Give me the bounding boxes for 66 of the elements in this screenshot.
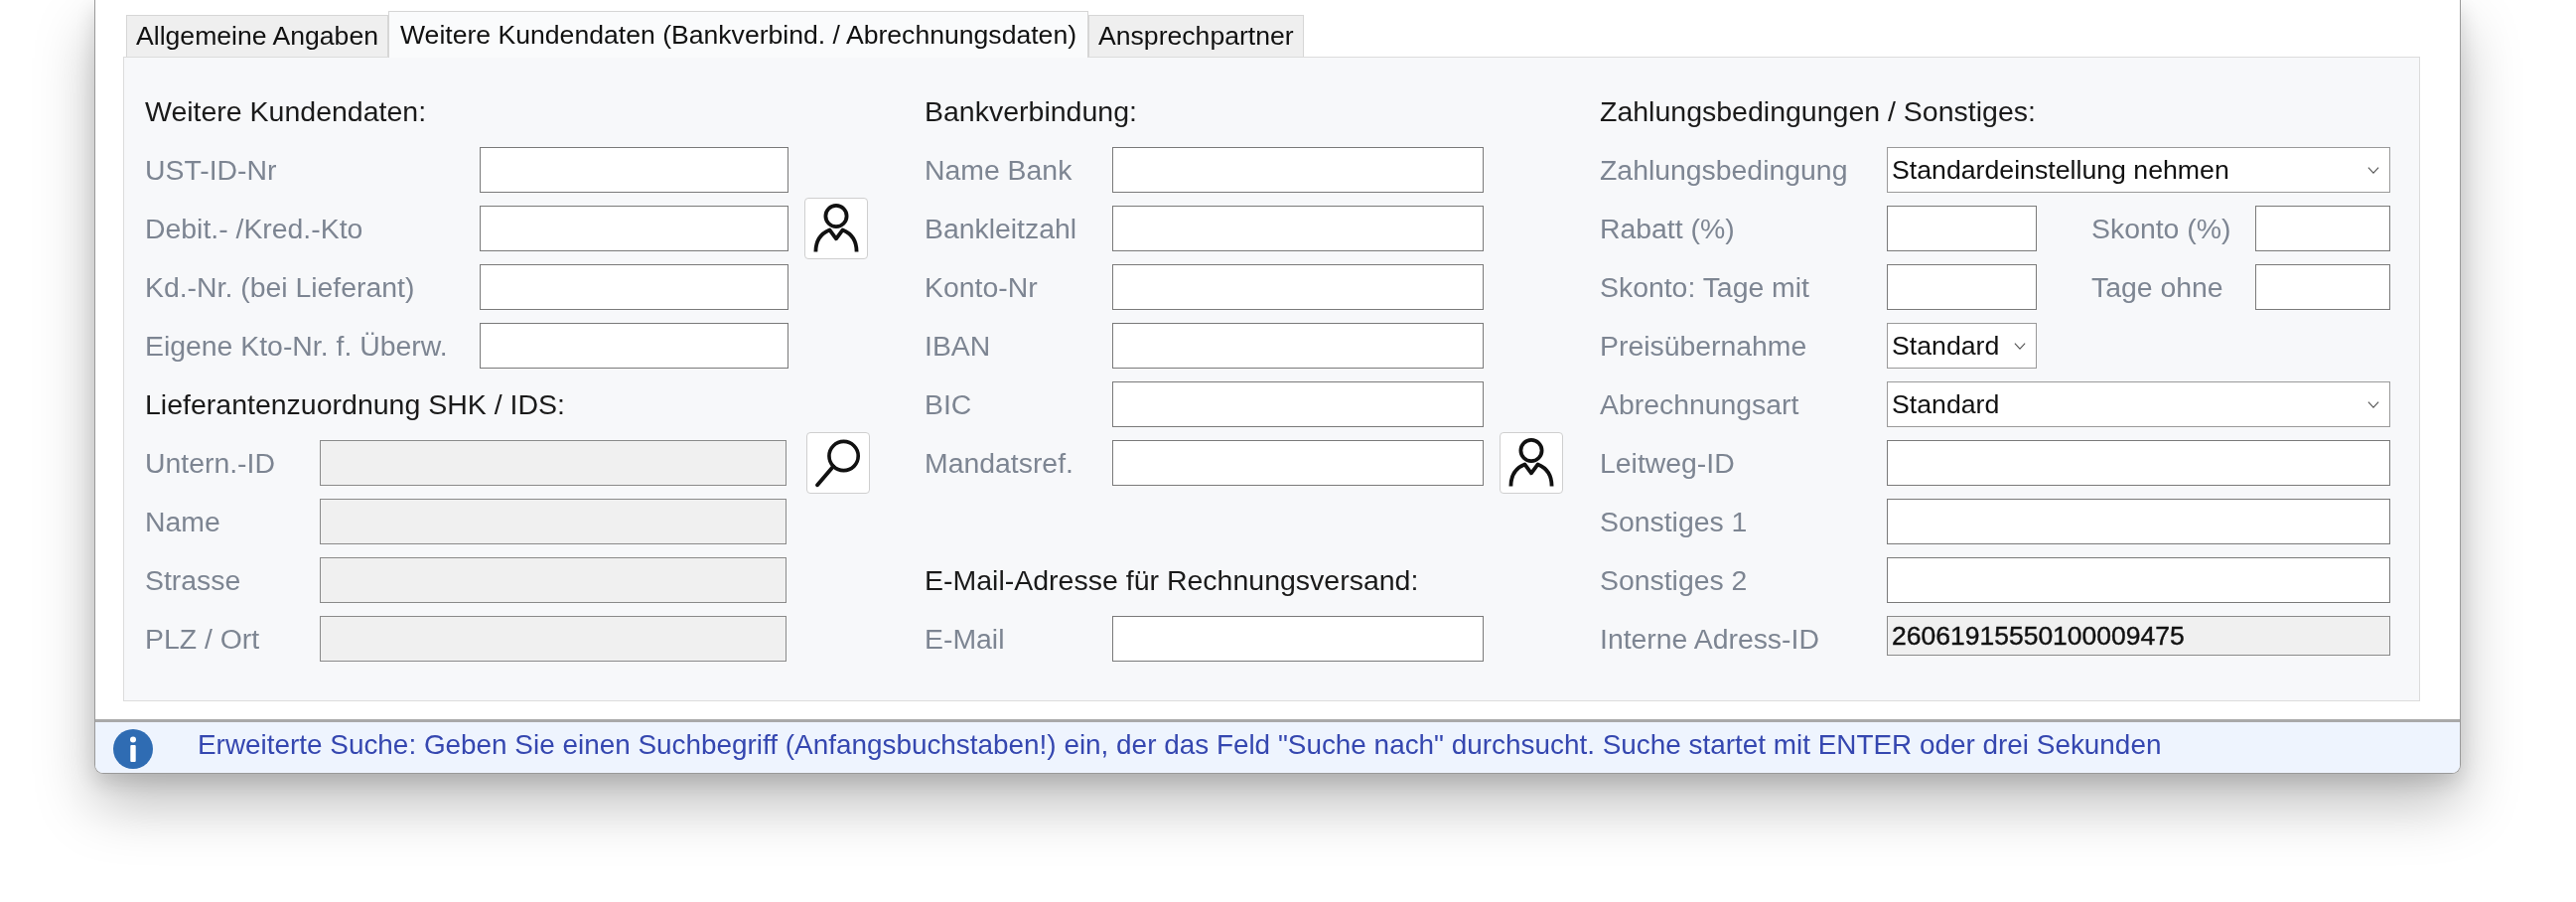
dropdown[interactable]: Standard <box>1887 323 2037 369</box>
field-label: Name <box>145 505 220 538</box>
text-field[interactable] <box>480 147 788 193</box>
text-field[interactable] <box>1112 381 1484 427</box>
tab[interactable]: Weitere Kundendaten (Bankverbind. / Abrechnungsdaten) <box>387 11 1089 58</box>
text-field[interactable] <box>480 206 788 251</box>
lookup-button[interactable] <box>804 198 868 259</box>
text-field[interactable] <box>2255 206 2390 251</box>
text-field[interactable] <box>1112 147 1484 193</box>
field-label: E-Mail <box>925 622 1005 656</box>
text-field[interactable] <box>1887 206 2037 251</box>
section-heading: E-Mail-Adresse für Rechnungsversand: <box>925 563 1419 597</box>
section-heading: Zahlungsbedingungen / Sonstiges: <box>1600 94 2036 128</box>
search-icon <box>815 438 861 488</box>
field-label: Strasse <box>145 563 241 597</box>
field-label: Eigene Kto-Nr. f. Überw. <box>145 329 448 363</box>
text-field[interactable] <box>1112 264 1484 310</box>
field-label: Zahlungsbedingung <box>1600 153 1848 187</box>
tab[interactable]: Allgemeine Angaben <box>126 15 388 57</box>
field-label: Untern.-ID <box>145 446 275 480</box>
search-button[interactable] <box>806 432 870 494</box>
status-message: Erweiterte Suche: Geben Sie einen Suchbegriff (Anfangsbuchstaben!) ein, der das Feld "Suche nach" durchsucht. Suche startet mit ENTER oder drei Sekunden <box>198 728 2162 761</box>
person-icon <box>1508 438 1554 488</box>
field-label: UST-ID-Nr <box>145 153 277 187</box>
field-label: Bankleitzahl <box>925 212 1077 245</box>
field-label: Rabatt (%) <box>1600 212 1735 245</box>
field-label: Kd.-Nr. (bei Lieferant) <box>145 270 415 304</box>
dropdown[interactable]: Standard <box>1887 381 2390 427</box>
text-field[interactable] <box>1112 440 1484 486</box>
chevron-down-icon <box>2014 342 2026 350</box>
lookup-button[interactable] <box>1500 432 1563 494</box>
field-label: Abrechnungsart <box>1600 387 1799 421</box>
field-label: Mandatsref. <box>925 446 1073 480</box>
field-label: Preisübernahme <box>1600 329 1807 363</box>
info-icon <box>113 729 153 769</box>
field-label: IBAN <box>925 329 991 363</box>
field-label: Skonto: Tage mit <box>1600 270 1809 304</box>
tab[interactable]: Ansprechpartner <box>1088 15 1304 57</box>
text-field[interactable] <box>1112 206 1484 251</box>
field-label: BIC <box>925 387 972 421</box>
section-heading: Bankverbindung: <box>925 94 1137 128</box>
text-field[interactable] <box>1112 616 1484 662</box>
text-field[interactable] <box>1887 440 2390 486</box>
text-field[interactable] <box>480 264 788 310</box>
text-field[interactable] <box>1112 323 1484 369</box>
section-heading: Lieferantenzuordnung SHK / IDS: <box>145 387 565 421</box>
field-label: Sonstiges 1 <box>1600 505 1748 538</box>
field-label: PLZ / Ort <box>145 622 260 656</box>
chevron-down-icon <box>2367 400 2379 408</box>
field-label: Sonstiges 2 <box>1600 563 1748 597</box>
text-field[interactable] <box>1887 557 2390 603</box>
text-field[interactable] <box>480 323 788 369</box>
field-label: Skonto (%) <box>2091 212 2231 245</box>
chevron-down-icon <box>2367 166 2379 174</box>
field-label: Debit.- /Kred.-Kto <box>145 212 363 245</box>
text-field[interactable] <box>1887 499 2390 544</box>
text-field[interactable] <box>2255 264 2390 310</box>
field-label: Interne Adress-ID <box>1600 622 1819 656</box>
person-icon <box>813 204 859 253</box>
dropdown[interactable]: Standardeinstellung nehmen <box>1887 147 2390 193</box>
field-label: Tage ohne <box>2091 270 2223 304</box>
field-label: Leitweg-ID <box>1600 446 1735 480</box>
section-heading: Weitere Kundendaten: <box>145 94 427 128</box>
field-label: Name Bank <box>925 153 1073 187</box>
field-label: Konto-Nr <box>925 270 1038 304</box>
text-field[interactable] <box>1887 264 2037 310</box>
